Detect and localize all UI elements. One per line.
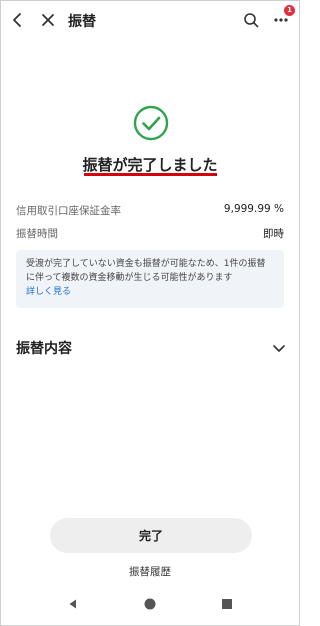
- home-circle-icon: [144, 598, 156, 610]
- nav-back-button[interactable]: [61, 592, 85, 616]
- chevron-down-icon[interactable]: [271, 340, 287, 356]
- notification-badge: 1: [284, 5, 295, 16]
- nav-recents-button[interactable]: [215, 592, 239, 616]
- margin-rate-value: 9,999.99 %: [223, 203, 284, 215]
- transfer-history-link[interactable]: 振替履歴: [0, 564, 300, 579]
- transfer-time-value: 即時: [263, 228, 284, 240]
- nav-home-button[interactable]: [138, 592, 162, 616]
- complete-button[interactable]: 完了: [50, 518, 252, 553]
- search-button[interactable]: [240, 9, 262, 31]
- back-triangle-icon: [69, 599, 76, 609]
- margin-rate-label: 信用取引口座保証金率: [16, 205, 121, 217]
- chevron-left-icon: [13, 13, 21, 27]
- transfer-details-heading[interactable]: 振替内容: [16, 338, 72, 358]
- back-button[interactable]: [6, 9, 28, 31]
- details-link[interactable]: 詳しく見る: [26, 285, 274, 299]
- search-icon: [244, 13, 259, 28]
- transfer-time-label: 振替時間: [16, 228, 58, 240]
- header: 振替 1: [0, 0, 300, 42]
- notice-text: 受渡が完了していない資金も振替が可能なため、1件の振替に伴って複数の資金移動が生…: [26, 259, 266, 283]
- notice-box: 受渡が完了していない資金も振替が可能なため、1件の振替に伴って複数の資金移動が生…: [16, 250, 284, 308]
- title-underline: [84, 173, 217, 176]
- close-button[interactable]: [37, 9, 59, 31]
- system-nav-bar: [0, 592, 300, 620]
- check-circle-icon: [133, 105, 169, 141]
- page-title: 振替: [68, 14, 96, 30]
- completion-title: 振替が完了しました: [82, 156, 218, 174]
- recents-square-icon: [222, 599, 232, 609]
- close-icon: [42, 14, 54, 26]
- more-icon: [274, 18, 288, 22]
